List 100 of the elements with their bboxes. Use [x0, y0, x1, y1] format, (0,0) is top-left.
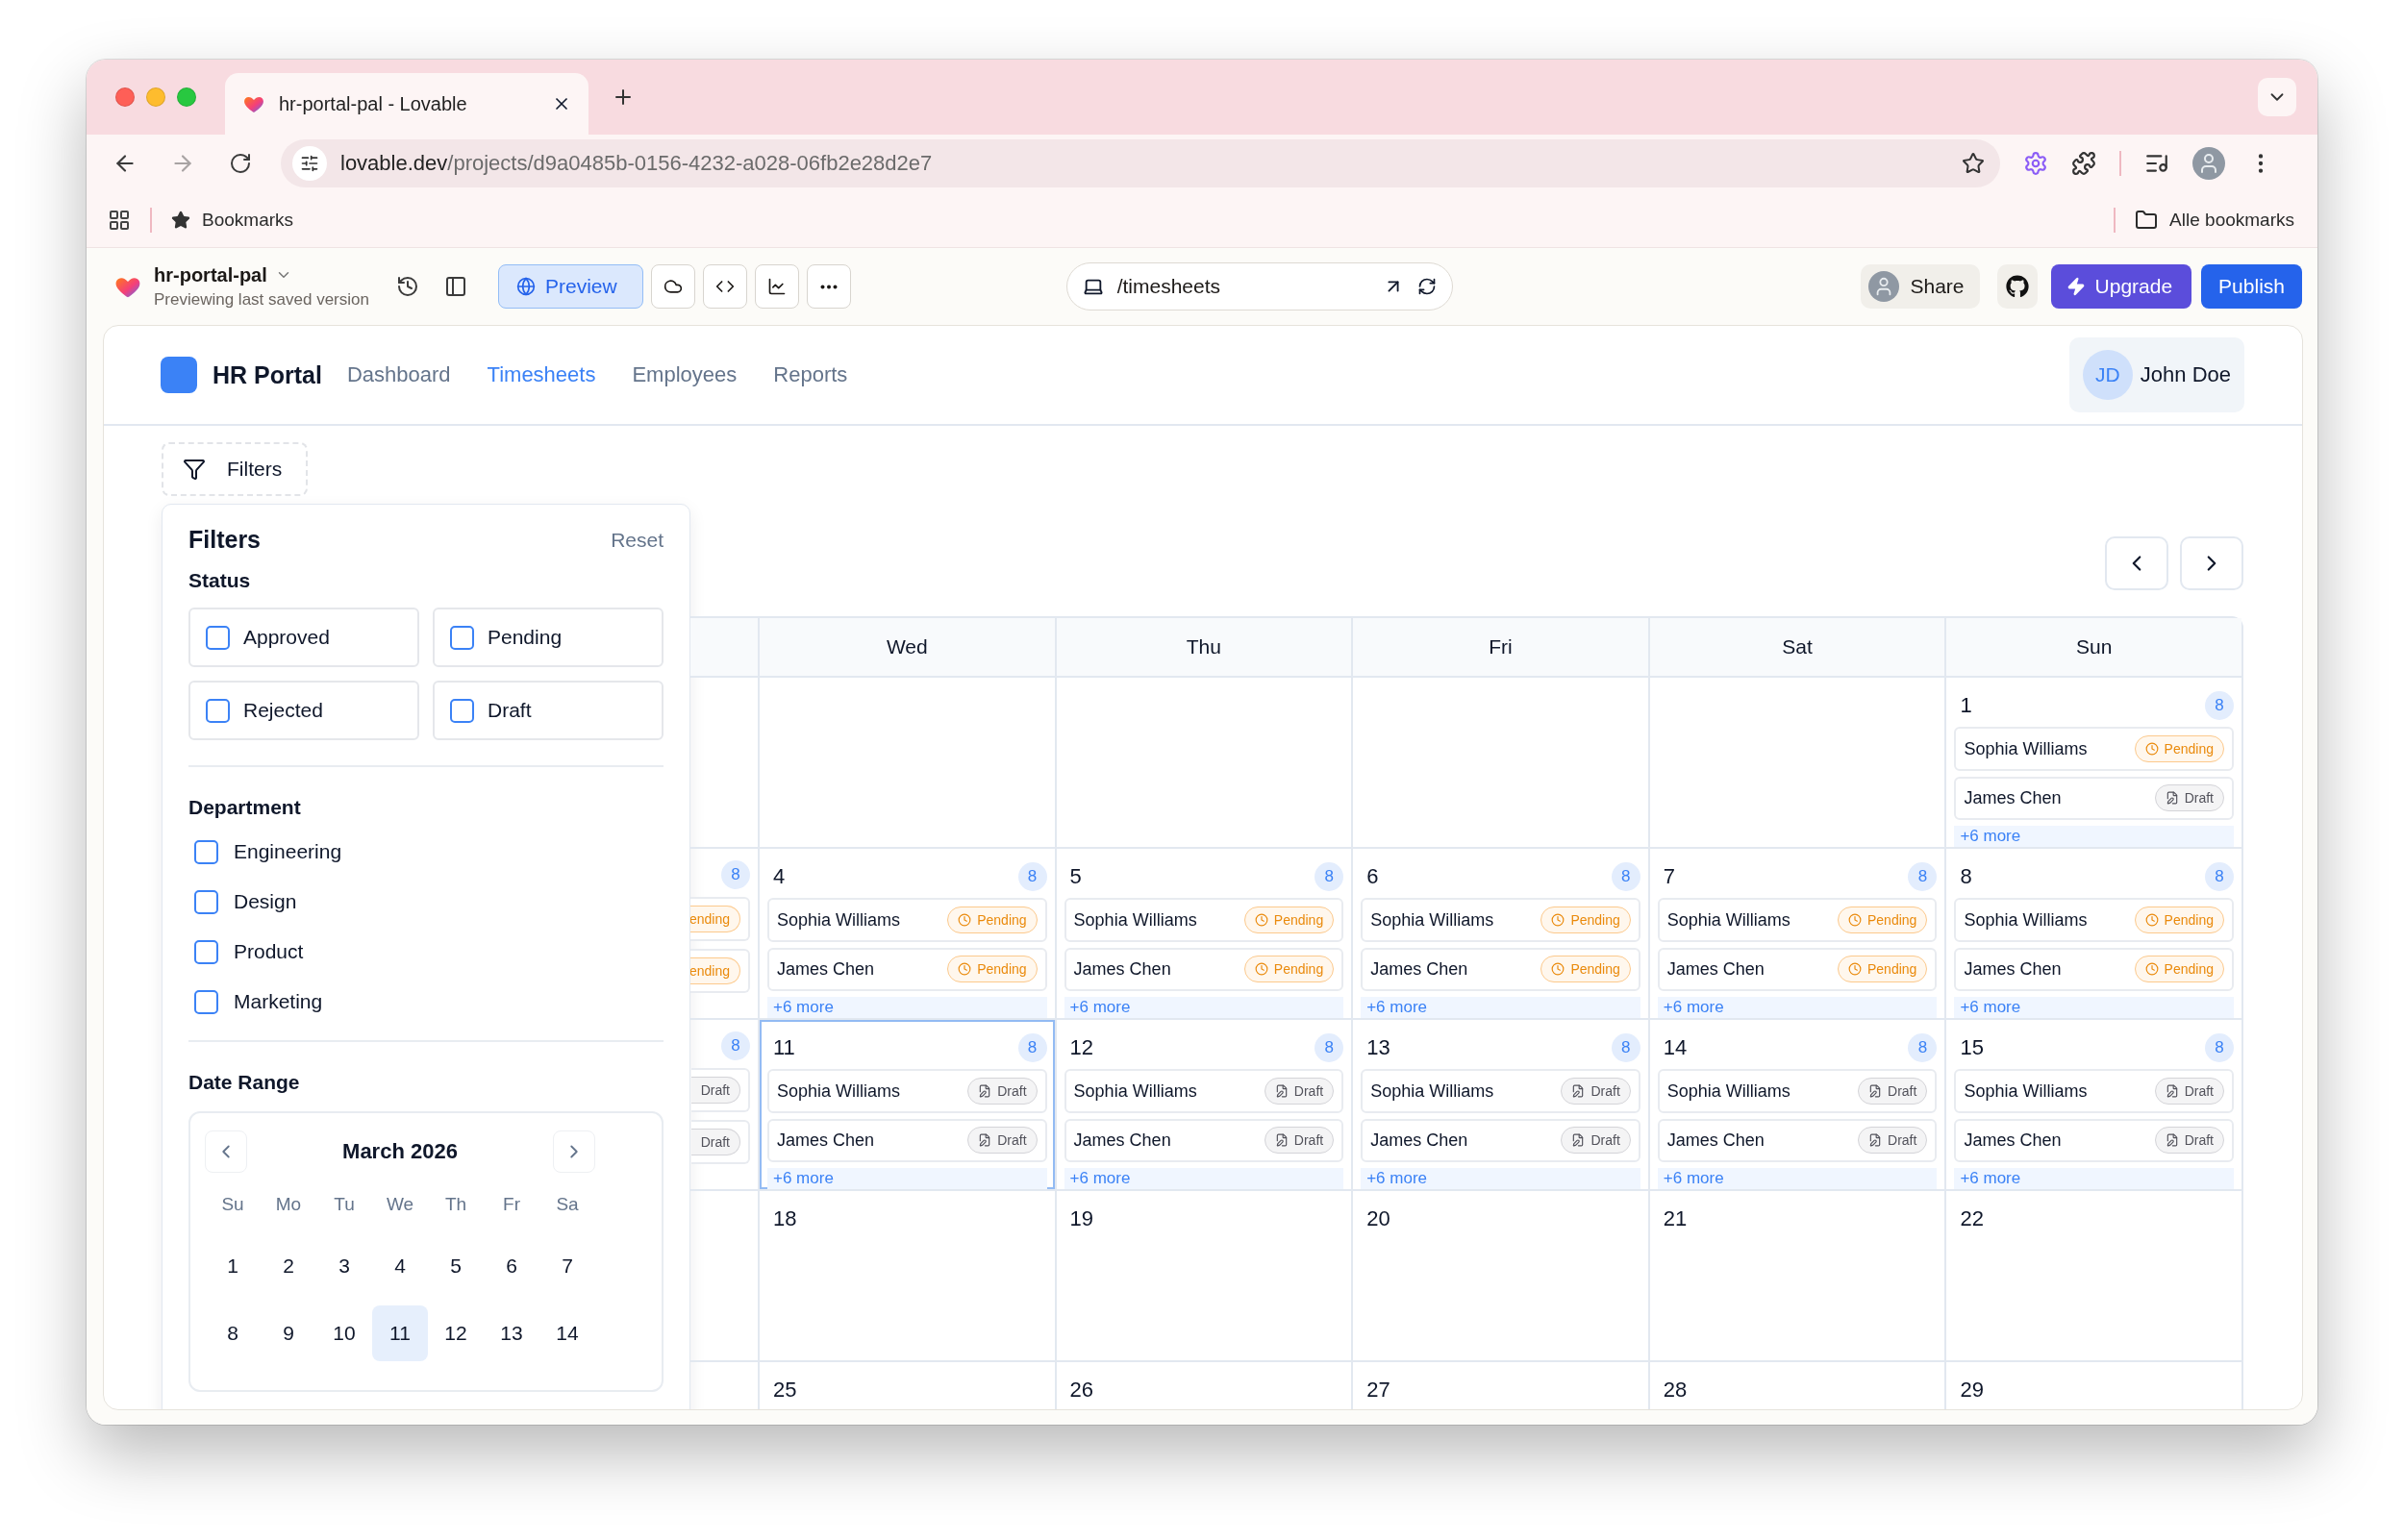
entry-card[interactable]: Sophia Williams Draft [1064, 1069, 1344, 1113]
more-link[interactable]: +6 more [1657, 997, 1938, 1018]
entry-card[interactable]: Sophia Williams Draft [1657, 1069, 1938, 1113]
date-button[interactable]: 1 [205, 1238, 261, 1294]
apps-icon[interactable] [108, 208, 131, 232]
entry-card[interactable]: James Chen Pending [1657, 947, 1938, 991]
user-menu-button[interactable]: JD John Doe [2068, 337, 2244, 412]
day-cell[interactable]: 13 8 Sophia Williams Draft James Chen Draft +6 more [1351, 1020, 1648, 1191]
reset-link[interactable]: Reset [611, 528, 664, 552]
window-zoom-button[interactable] [177, 87, 196, 107]
date-button[interactable]: 8 [205, 1305, 261, 1361]
entry-card[interactable]: James Chen Pending [1954, 947, 2234, 991]
department-option[interactable]: Marketing [188, 977, 664, 1027]
bookmark-link[interactable]: Bookmarks [171, 209, 294, 231]
entry-card[interactable]: James Chen Draft [1657, 1118, 1938, 1162]
checkbox[interactable] [194, 839, 218, 864]
status-option[interactable]: Rejected [188, 681, 419, 740]
gear-icon[interactable] [2023, 151, 2048, 176]
more-link[interactable]: +6 more [1361, 1168, 1640, 1189]
entry-card[interactable]: James Chen Draft [1954, 1118, 2234, 1162]
date-button[interactable]: 7 [539, 1238, 595, 1294]
day-cell[interactable]: 4 8 Sophia Williams Pending James Chen Pending +6 more [758, 849, 1055, 1020]
upgrade-button[interactable]: Upgrade [2050, 264, 2192, 309]
more-link[interactable]: +6 more [767, 1168, 1047, 1189]
day-cell[interactable]: 12 8 Sophia Williams Draft James Chen Draft +6 more [1054, 1020, 1352, 1191]
day-cell[interactable]: 18 [758, 1191, 1055, 1362]
tab-list-button[interactable] [2258, 78, 2296, 116]
status-option[interactable]: Draft [433, 681, 664, 740]
more-link[interactable]: +6 more [1657, 1168, 1938, 1189]
date-button[interactable]: 14 [539, 1305, 595, 1361]
day-cell[interactable]: 8 8 Sophia Williams Pending James Chen Pending +6 more [1944, 849, 2241, 1020]
share-button[interactable]: Share [1860, 264, 1980, 309]
date-button[interactable]: 9 [261, 1305, 316, 1361]
day-cell[interactable]: 11 8 Sophia Williams Draft James Chen Draft +6 more [758, 1020, 1055, 1191]
refresh-icon[interactable] [1416, 277, 1437, 296]
site-settings-button[interactable] [292, 146, 327, 181]
puzzle-icon[interactable] [2071, 151, 2096, 176]
date-button[interactable]: 12 [428, 1305, 484, 1361]
entry-card[interactable]: James Chen Draft [1064, 1118, 1344, 1162]
project-name-button[interactable]: hr-portal-pal [154, 263, 369, 286]
github-button[interactable] [1996, 264, 2038, 309]
nav-link[interactable]: Reports [773, 362, 848, 387]
checkbox[interactable] [194, 889, 218, 914]
date-button[interactable]: 4 [372, 1238, 428, 1294]
checkbox[interactable] [450, 625, 474, 650]
publish-button[interactable]: Publish [2201, 264, 2302, 309]
route-field[interactable]: /timesheets [1065, 262, 1453, 310]
analytics-button[interactable] [754, 264, 799, 309]
day-cell[interactable]: 20 [1351, 1191, 1648, 1362]
day-cell[interactable]: 21 [1647, 1191, 1945, 1362]
date-button[interactable]: 3 [316, 1238, 372, 1294]
preview-button[interactable]: Preview [497, 264, 643, 309]
entry-card[interactable]: Sophia Williams Pending [1064, 898, 1344, 942]
entry-card[interactable]: Sophia Williams Pending [1657, 898, 1938, 942]
window-close-button[interactable] [115, 87, 135, 107]
more-link[interactable]: +6 more [1361, 997, 1640, 1018]
browser-tab[interactable]: hr-portal-pal - Lovable [225, 73, 588, 135]
day-cell[interactable]: 6 8 Sophia Williams Pending James Chen Pending +6 more [1351, 849, 1648, 1020]
entry-card[interactable]: Sophia Williams Pending [767, 898, 1047, 942]
entry-card[interactable]: Sophia Williams Draft [767, 1069, 1047, 1113]
checkbox[interactable] [450, 698, 474, 723]
entry-card[interactable]: James Chen Draft [1361, 1118, 1640, 1162]
nav-link[interactable]: Dashboard [346, 362, 451, 387]
date-button[interactable]: 11 [372, 1305, 428, 1361]
day-cell[interactable]: 5 8 Sophia Williams Pending James Chen Pending +6 more [1054, 849, 1352, 1020]
entry-card[interactable]: Sophia Williams Pending [1954, 727, 2234, 771]
profile-avatar[interactable] [2192, 147, 2225, 180]
cloud-button[interactable] [650, 264, 695, 309]
nav-link[interactable]: Timesheets [487, 362, 596, 387]
checkbox[interactable] [206, 698, 230, 723]
address-bar[interactable]: lovable.dev/projects/d9a0485b-0156-4232-a028-06fb2e28d2e7 [281, 139, 2000, 187]
day-cell[interactable]: 15 8 Sophia Williams Draft James Chen Draft +6 more [1944, 1020, 2241, 1191]
date-button[interactable]: 6 [484, 1238, 539, 1294]
entry-card[interactable]: James Chen Pending [1064, 947, 1344, 991]
checkbox[interactable] [194, 989, 218, 1014]
department-option[interactable]: Design [188, 877, 664, 927]
date-button[interactable]: 10 [316, 1305, 372, 1361]
entry-card[interactable]: James Chen Draft [1954, 776, 2234, 820]
entry-card[interactable]: Sophia Williams Draft [1361, 1069, 1640, 1113]
entry-card[interactable]: James Chen Pending [767, 947, 1047, 991]
status-option[interactable]: Pending [433, 608, 664, 667]
entry-card[interactable]: Sophia Williams Draft [1954, 1069, 2234, 1113]
date-button[interactable]: 13 [484, 1305, 539, 1361]
entry-card[interactable]: James Chen Draft [767, 1118, 1047, 1162]
department-option[interactable]: Product [188, 927, 664, 977]
status-option[interactable]: Approved [188, 608, 419, 667]
entry-card[interactable]: Sophia Williams Pending [1361, 898, 1640, 942]
day-cell[interactable]: 19 [1054, 1191, 1352, 1362]
star-icon[interactable] [1962, 152, 1985, 175]
department-option[interactable]: Engineering [188, 827, 664, 877]
date-button[interactable]: 5 [428, 1238, 484, 1294]
day-cell[interactable]: 7 8 Sophia Williams Pending James Chen Pending +6 more [1647, 849, 1945, 1020]
day-cell[interactable]: 1 8 Sophia Williams Pending James Chen Draft +6 more [1944, 678, 2241, 849]
checkbox[interactable] [206, 625, 230, 650]
filters-button[interactable]: Filters [162, 442, 308, 496]
nav-link[interactable]: Employees [632, 362, 738, 387]
checkbox[interactable] [194, 939, 218, 964]
day-cell[interactable]: 14 8 Sophia Williams Draft James Chen Draft +6 more [1647, 1020, 1945, 1191]
entry-card[interactable]: James Chen Pending [1361, 947, 1640, 991]
bookmark-folder[interactable]: Alle bookmarks [2135, 208, 2294, 232]
